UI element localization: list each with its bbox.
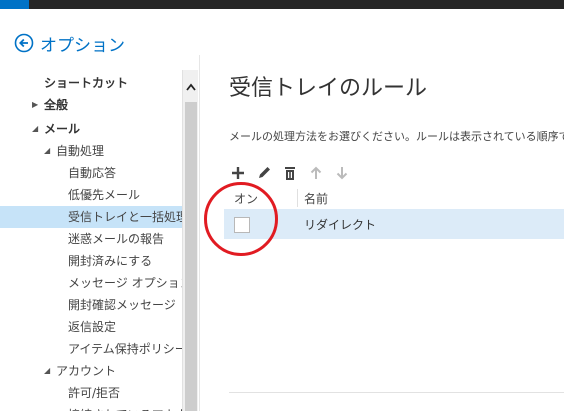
page-title: オプション (40, 35, 125, 56)
add-icon[interactable] (229, 164, 247, 182)
sidebar-item-label: 開封済みにする (68, 254, 153, 268)
scroll-thumb[interactable] (185, 102, 197, 411)
sidebar-item[interactable]: ▶ 全般 (0, 94, 182, 116)
chevron-up-icon (186, 83, 196, 91)
table-row[interactable]: リダイレクト (224, 209, 564, 239)
sidebar-item[interactable]: ◢ メール (0, 118, 182, 140)
nav-scrollbar[interactable] (182, 70, 198, 411)
rules-description: メールの処理方法をお選びください。ルールは表示されている順序で適用 (229, 130, 564, 143)
move-down-icon[interactable] (333, 164, 351, 182)
sidebar-item[interactable]: 許可/拒否 (0, 382, 182, 404)
sidebar-item[interactable]: 迷惑メールの報告 (0, 228, 182, 250)
suite-header-bar (29, 0, 564, 9)
sidebar-item-label: 受信トレイと一括処理ルール (68, 210, 182, 224)
pane-divider (199, 55, 200, 411)
options-header[interactable]: オプション (14, 31, 125, 56)
rules-table-header: オン 名前 (224, 187, 564, 209)
sidebar-item[interactable]: 自動応答 (0, 162, 182, 184)
collapse-arrow-icon[interactable]: ◢ (44, 360, 56, 382)
sidebar-item[interactable]: 低優先メール (0, 184, 182, 206)
sidebar-item[interactable]: ショートカット (0, 72, 182, 94)
scroll-up-button[interactable] (183, 76, 199, 98)
edit-icon[interactable] (255, 164, 273, 182)
sidebar-item[interactable]: ◢ 自動処理 (0, 140, 182, 162)
sidebar-item[interactable]: 開封確認メッセージ (0, 294, 182, 316)
sidebar-item-label: アカウント (56, 364, 117, 378)
options-nav: ショートカット▶全般◢メール◢自動処理自動応答低優先メール受信トレイと一括処理ル… (0, 70, 182, 411)
sidebar-item[interactable]: 開封済みにする (0, 250, 182, 272)
sidebar-item[interactable]: メッセージ オプション (0, 272, 182, 294)
sidebar-item-label: 全般 (44, 98, 69, 112)
sidebar-item-label: 返信設定 (68, 320, 117, 334)
column-separator (297, 189, 298, 207)
sidebar-item-label: 接続されているアカウント (68, 404, 182, 411)
sidebar-item[interactable]: アイテム保持ポリシー (0, 338, 182, 360)
collapse-arrow-icon[interactable]: ◢ (32, 118, 44, 140)
expand-arrow-icon[interactable]: ▶ (32, 94, 44, 116)
sidebar-item-label: メール (44, 122, 81, 136)
rule-name: リダイレクト (304, 218, 377, 232)
move-up-icon[interactable] (307, 164, 325, 182)
rule-enabled-checkbox[interactable] (234, 217, 250, 233)
sidebar-item-label: 開封確認メッセージ (68, 298, 176, 312)
sidebar-item-label: 迷惑メールの報告 (68, 232, 165, 246)
sidebar-item[interactable]: ◢ アカウント (0, 360, 182, 382)
sidebar-item-label: アイテム保持ポリシー (68, 342, 182, 356)
column-header-name[interactable]: 名前 (304, 190, 328, 207)
rules-title: 受信トレイのルール (229, 76, 428, 101)
back-arrow-icon[interactable] (14, 33, 34, 53)
sidebar-item-label: 自動処理 (56, 144, 105, 158)
app-launcher-tile[interactable] (0, 0, 29, 9)
collapse-arrow-icon[interactable]: ◢ (44, 140, 56, 162)
content-divider (229, 392, 564, 393)
sidebar-item-label: 低優先メール (68, 188, 141, 202)
sidebar-item-label: メッセージ オプション (68, 276, 182, 290)
sidebar-item[interactable]: 返信設定 (0, 316, 182, 338)
delete-icon[interactable] (281, 164, 299, 182)
sidebar-item[interactable]: 受信トレイと一括処理ルール (0, 206, 182, 228)
column-header-on[interactable]: オン (234, 190, 258, 207)
sidebar-item-label: ショートカット (44, 76, 129, 90)
sidebar-item[interactable]: 接続されているアカウント (0, 404, 182, 411)
top-bar (0, 0, 564, 9)
sidebar-item-label: 自動応答 (68, 166, 117, 180)
sidebar-item-label: 許可/拒否 (68, 386, 121, 400)
rules-toolbar (229, 163, 359, 183)
